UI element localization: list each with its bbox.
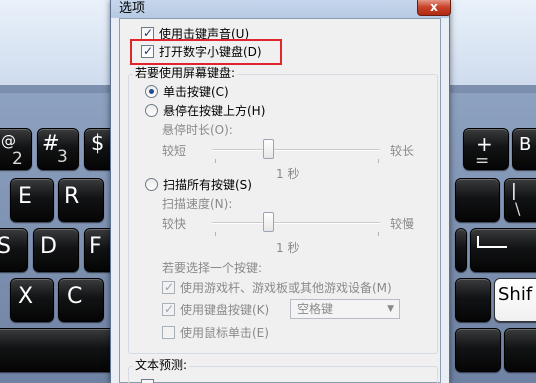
hover-long-label: 较长 — [390, 144, 415, 158]
hover-duration-slider[interactable] — [263, 139, 274, 159]
key-label: B — [519, 134, 532, 155]
scan-speed-slider[interactable] — [263, 212, 274, 232]
highlight-box — [130, 39, 282, 65]
close-icon: x — [430, 0, 438, 14]
radio-click-keys[interactable]: 单击按键(C) — [145, 84, 229, 100]
key-b[interactable]: B — [512, 128, 536, 170]
select-key-heading: 若要选择一个按键: — [162, 261, 263, 275]
key-label: S — [0, 234, 11, 259]
keyboard-key-select[interactable]: 空格键 ▼ — [290, 299, 400, 319]
key-shift-right[interactable]: Shif — [494, 278, 536, 322]
option-joystick[interactable]: 使用游戏杆、游戏板或其他游戏设备(M) — [162, 279, 392, 296]
hover-tick — [215, 159, 216, 163]
option-text-prediction-partial[interactable] — [141, 378, 159, 383]
hover-short-label: 较短 — [162, 144, 187, 158]
keyboard-key-checkbox[interactable] — [162, 301, 175, 317]
scan-speed-label: 扫描速度(N): — [162, 197, 233, 211]
scan-keys-label: 扫描所有按键(S) — [163, 178, 252, 192]
key-sublabel: = — [475, 151, 490, 171]
joystick-checkbox[interactable] — [162, 279, 175, 295]
key-label: R — [64, 184, 80, 209]
mouse-click-label: 使用鼠标单击(E) — [180, 326, 269, 340]
key-label: E — [18, 184, 32, 209]
joystick-label: 使用游戏杆、游戏板或其他游戏设备(M) — [180, 281, 392, 295]
text-prediction-checkbox[interactable] — [141, 379, 154, 383]
hover-keys-label: 悬停在按键上方(H) — [163, 104, 266, 118]
key-label: @ — [1, 132, 16, 150]
usage-heading: 若要使用屏幕键盘: — [133, 65, 238, 81]
close-button[interactable]: x — [417, 0, 451, 16]
key-plus-equals[interactable]: + = — [463, 128, 509, 171]
key-d[interactable]: D — [33, 228, 79, 272]
radio-scan-keys[interactable]: 扫描所有按键(S) — [145, 177, 252, 193]
key-sublabel: \ — [515, 199, 521, 218]
scan-slow-label: 较慢 — [390, 217, 415, 231]
option-keyboard-key[interactable]: 使用键盘按键(K) — [162, 301, 270, 318]
key-c[interactable]: C — [58, 278, 104, 322]
hover-duration-value: 1 秒 — [276, 167, 300, 181]
scan-fast-label: 较快 — [162, 217, 187, 231]
key-label: F — [89, 234, 102, 259]
hover-duration-track — [212, 149, 380, 151]
scan-speed-value: 1 秒 — [276, 241, 300, 255]
hover-duration-label: 悬停时长(O): — [162, 123, 233, 137]
key-s[interactable]: S — [0, 228, 28, 272]
key-label: C — [67, 284, 83, 309]
option-mouse-click[interactable]: 使用鼠标单击(E) — [162, 325, 269, 341]
scan-tick — [215, 232, 216, 236]
key-row-bottom-right[interactable] — [455, 328, 501, 372]
click-keys-radio[interactable] — [145, 85, 158, 98]
key-r[interactable]: R — [58, 178, 104, 222]
keyboard-key-label: 使用键盘按键(K) — [180, 303, 270, 317]
key-sublabel: 2 — [12, 149, 23, 169]
key-label: | — [511, 181, 517, 201]
key-label: Shif — [498, 284, 533, 305]
chevron-down-icon: ▼ — [387, 304, 394, 314]
key-bracket-right[interactable] — [455, 178, 500, 222]
dialog-titlebar[interactable]: 选项 x — [111, 0, 451, 18]
text-prediction-heading: 文本预测: — [133, 357, 190, 373]
key-enter[interactable] — [470, 228, 536, 272]
key-slash[interactable] — [455, 278, 491, 322]
key-label: D — [40, 234, 57, 259]
mouse-click-checkbox[interactable] — [162, 326, 175, 339]
key-sublabel: 3 — [57, 147, 68, 167]
key-row-bottom-right-2[interactable] — [504, 328, 536, 372]
key-at-2[interactable]: @ 2 — [0, 128, 32, 170]
key-e[interactable]: E — [10, 178, 54, 222]
hover-tick — [378, 159, 379, 163]
key-pipe-backslash[interactable]: | \ — [504, 178, 536, 222]
key-hash-3[interactable]: # 3 — [37, 128, 79, 170]
key-row-bottom-left[interactable] — [0, 328, 120, 372]
key-x[interactable]: X — [10, 278, 54, 322]
keyboard-key-select-value: 空格键 — [297, 302, 334, 316]
scan-keys-radio[interactable] — [145, 178, 158, 191]
scan-tick — [378, 232, 379, 236]
key-quote[interactable] — [455, 228, 467, 272]
enter-arrow-icon — [477, 236, 507, 248]
radio-hover-keys[interactable]: 悬停在按键上方(H) — [145, 103, 265, 119]
scan-speed-track — [212, 222, 380, 224]
key-label: X — [18, 284, 34, 309]
dialog-title: 选项 — [119, 1, 146, 16]
click-keys-label: 单击按键(C) — [163, 85, 229, 99]
key-label: $ — [91, 131, 105, 155]
hover-keys-radio[interactable] — [145, 104, 158, 117]
